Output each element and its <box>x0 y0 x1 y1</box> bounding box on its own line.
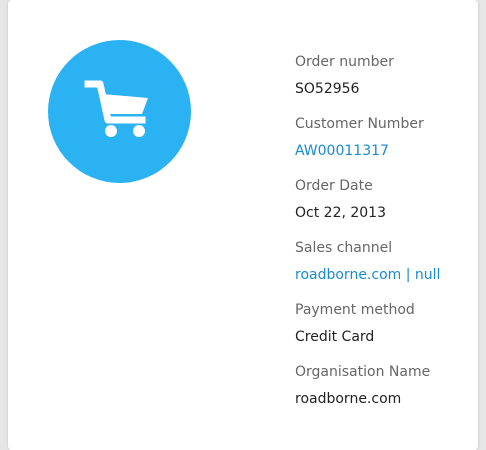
field-label: Payment method <box>295 302 415 318</box>
order-details-card: Order number SO52956 Customer Number AW0… <box>8 0 478 450</box>
field-label: Organisation Name <box>295 364 431 380</box>
field-label: Sales channel <box>295 240 393 256</box>
field-organisation-name: Organisation Name roadborne.com <box>295 362 475 424</box>
shopping-cart-icon <box>84 80 148 137</box>
customer-number-link[interactable]: AW00011317 <box>295 141 475 161</box>
field-label: Order number <box>295 54 394 70</box>
field-value: Oct 22, 2013 <box>295 205 386 221</box>
field-value: roadborne.com <box>295 391 402 407</box>
field-label: Customer Number <box>295 116 424 132</box>
field-payment-method: Payment method Credit Card <box>295 300 475 362</box>
field-sales-channel: Sales channel roadborne.com | null <box>295 238 475 300</box>
order-avatar <box>48 40 191 183</box>
order-fields: Order number SO52956 Customer Number AW0… <box>295 52 475 424</box>
field-order-number: Order number SO52956 <box>295 52 475 114</box>
field-customer-number: Customer Number AW00011317 <box>295 114 475 176</box>
field-order-date: Order Date Oct 22, 2013 <box>295 176 475 238</box>
sales-channel-link[interactable]: roadborne.com | null <box>295 265 475 285</box>
field-value: SO52956 <box>295 81 360 97</box>
field-label: Order Date <box>295 178 373 194</box>
field-value: Credit Card <box>295 329 375 345</box>
